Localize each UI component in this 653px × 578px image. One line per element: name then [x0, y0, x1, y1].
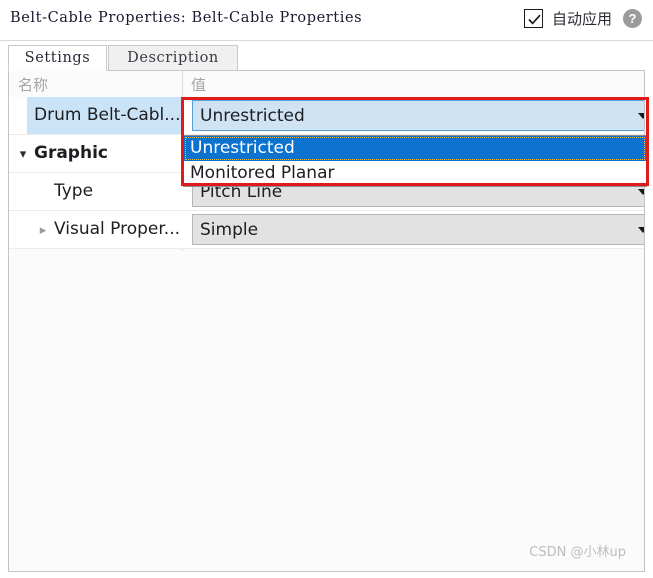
auto-apply-checkbox[interactable]: [523, 9, 543, 28]
dropdown-option-unrestricted[interactable]: Unrestricted: [184, 136, 646, 161]
tab-description[interactable]: Description: [108, 45, 238, 71]
row-label-drum-belt-cable: Drum Belt-Cabl...: [34, 105, 181, 125]
tab-strip: Description Settings: [0, 41, 653, 71]
grid-column-headers: 名称 值: [9, 71, 644, 98]
auto-apply-label: 自动应用: [551, 10, 612, 28]
chevron-down-icon[interactable]: [638, 112, 644, 119]
properties-dialog: Belt-Cable Properties: Belt-Cable Proper…: [0, 0, 653, 578]
chevron-down-icon[interactable]: [638, 226, 644, 233]
page-title: Belt-Cable Properties: Belt-Cable Proper…: [10, 10, 363, 26]
checkmark-icon: [528, 14, 541, 25]
combo-drum-belt-cable-value[interactable]: Unrestricted: [192, 100, 644, 131]
help-icon[interactable]: ?: [623, 9, 642, 28]
column-header-value: 值: [191, 76, 207, 94]
dropdown-options-list[interactable]: Unrestricted Monitored Planar: [183, 135, 647, 187]
combo-selected-text: Simple: [200, 219, 259, 240]
row-label-visual-properties: Visual Proper...: [54, 219, 181, 239]
table-row[interactable]: ▸ Visual Proper... Simple: [9, 211, 644, 249]
combo-visual-properties-value[interactable]: Simple: [192, 214, 644, 245]
auto-apply-group: 自动应用 ?: [523, 8, 642, 29]
combo-selected-text: Unrestricted: [200, 105, 305, 126]
dropdown-option-monitored-planar[interactable]: Monitored Planar: [184, 161, 646, 186]
row-label-graphic: Graphic: [34, 143, 108, 163]
watermark: CSDN @小林up: [529, 545, 626, 560]
title-bar: Belt-Cable Properties: Belt-Cable Proper…: [0, 0, 653, 41]
chevron-down-icon[interactable]: ▾: [15, 135, 31, 172]
table-row[interactable]: Drum Belt-Cabl... Unrestricted: [9, 97, 644, 135]
row-label-type: Type: [54, 181, 94, 201]
tab-settings[interactable]: Settings: [8, 45, 107, 71]
chevron-right-icon[interactable]: ▸: [35, 211, 51, 248]
column-header-name: 名称: [18, 76, 49, 94]
chevron-down-icon[interactable]: [638, 188, 644, 195]
